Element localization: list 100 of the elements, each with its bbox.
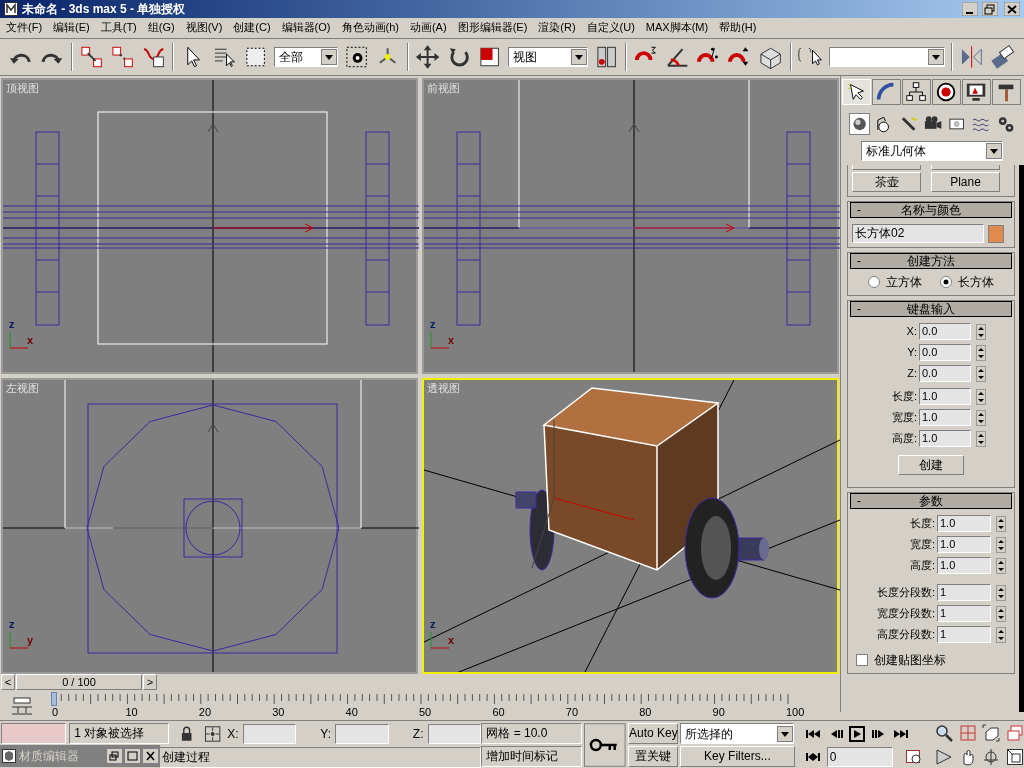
zoom-extents-icon[interactable] (982, 724, 1001, 742)
move-icon[interactable] (414, 44, 440, 70)
viewport[interactable]: 前视图 z x (422, 78, 839, 374)
spinner-icon[interactable] (996, 557, 1006, 574)
spinner-icon[interactable] (996, 626, 1006, 643)
track-bar-filter-icon[interactable] (10, 696, 34, 716)
rollout-header[interactable]: - 键盘输入 (850, 301, 1012, 317)
object-type-button[interactable]: 茶壶 (852, 172, 921, 192)
next-frame-button[interactable]: > (143, 674, 157, 690)
play-icon[interactable] (848, 725, 865, 742)
zoom-extents-all-icon[interactable] (1006, 724, 1024, 742)
spinner-icon[interactable] (996, 515, 1006, 532)
menu-item[interactable]: 编辑器(O) (281, 18, 331, 36)
number-field[interactable]: 0.0 (919, 344, 971, 361)
menu-item[interactable]: 创建(C) (233, 18, 271, 36)
close-icon[interactable] (1004, 2, 1020, 16)
close-icon[interactable] (143, 749, 158, 763)
number-field[interactable]: 1.0 (919, 388, 971, 405)
object-type-button[interactable]: Plane (931, 172, 1000, 192)
coordinate-field[interactable] (427, 723, 482, 744)
menu-item[interactable]: 角色动画(h) (341, 18, 399, 36)
spinner-icon[interactable] (976, 323, 986, 340)
radio-button[interactable] (868, 276, 880, 288)
rollout-header[interactable]: - 参数 (850, 493, 1012, 509)
orbit-icon[interactable] (982, 748, 1001, 766)
modify-icon[interactable] (872, 79, 901, 105)
viewport[interactable]: 左视图 z y (1, 378, 418, 674)
menu-item[interactable]: 工具(T) (100, 18, 137, 36)
menu-item[interactable]: 图形编辑器(E) (457, 18, 528, 36)
auto-key-button[interactable]: Auto Key (627, 723, 678, 744)
spinner-icon[interactable] (996, 605, 1006, 622)
number-field[interactable]: 1 (937, 626, 991, 643)
spinner-icon[interactable] (976, 430, 986, 447)
menu-item[interactable]: 自定义(U) (586, 18, 635, 36)
motion-icon[interactable] (932, 79, 961, 105)
spinner-icon[interactable] (996, 536, 1006, 553)
spinner-icon[interactable] (996, 584, 1006, 601)
checkbox[interactable] (856, 654, 868, 666)
maximize-viewport-icon[interactable] (1006, 748, 1024, 766)
object-name-field[interactable]: 长方体02 (852, 224, 984, 243)
menu-item[interactable]: 组(G) (147, 18, 175, 36)
coordinate-field[interactable] (335, 723, 389, 744)
viewport[interactable]: 顶视图 z x (1, 78, 418, 374)
align-icon[interactable] (990, 44, 1016, 70)
unlink-icon[interactable] (109, 44, 135, 70)
number-field[interactable]: 0.0 (919, 323, 971, 340)
hammer-icon[interactable] (992, 79, 1021, 105)
number-field[interactable]: 1.0 (919, 430, 971, 447)
window-crossing-icon[interactable] (344, 44, 370, 70)
previous-frame-button[interactable]: < (1, 674, 15, 690)
object-color-swatch[interactable] (988, 224, 1004, 243)
field-of-view-icon[interactable] (934, 748, 953, 766)
add-time-tag-button[interactable]: 增加时间标记 (481, 746, 583, 767)
menu-item[interactable]: 渲染(R) (538, 18, 576, 36)
key-filters-button[interactable]: Key Filters... (679, 746, 795, 767)
create-button[interactable]: 创建 (898, 455, 964, 475)
time-slider-thumb[interactable]: 0 / 100 (16, 674, 142, 690)
spinner-icon[interactable] (976, 365, 986, 382)
number-field[interactable]: 1.0 (937, 557, 991, 574)
rollout-header[interactable]: - 创建方法 (850, 253, 1012, 269)
restore-icon[interactable] (982, 2, 998, 16)
menu-item[interactable]: 帮助(H) (719, 18, 757, 36)
geometry-category-dropdown[interactable]: 标准几何体 (861, 141, 1003, 161)
restore-icon[interactable] (107, 749, 122, 763)
menu-item[interactable]: 文件(F) (6, 18, 43, 36)
menu-item[interactable]: 动画(A) (409, 18, 447, 36)
collapse-toggle[interactable]: - (851, 495, 871, 507)
absolute-mode-icon[interactable] (203, 724, 222, 743)
key-mode-dropdown[interactable]: 所选择的 (679, 723, 794, 744)
menu-item[interactable]: 编辑(E) (53, 18, 90, 36)
number-field[interactable]: 1.0 (919, 409, 971, 426)
maximize-icon[interactable] (125, 749, 140, 763)
menu-item[interactable]: MAX脚本(M) (645, 18, 709, 36)
number-field[interactable]: 1.0 (937, 515, 991, 532)
collapse-toggle[interactable]: - (851, 255, 871, 267)
menu-item[interactable]: 视图(V) (185, 18, 223, 36)
radio-button[interactable] (940, 276, 952, 288)
hierarchy-icon[interactable] (902, 79, 931, 105)
script-listener-field[interactable] (1, 723, 66, 744)
time-configuration-icon[interactable] (904, 747, 923, 766)
current-frame-field[interactable]: 0 (826, 746, 893, 767)
rollout-header[interactable]: - 名称与颜色 (850, 202, 1012, 218)
collapse-toggle[interactable]: - (851, 204, 871, 216)
number-field[interactable]: 0.0 (919, 365, 971, 382)
link-icon[interactable] (78, 44, 104, 70)
named-selection-dropdown[interactable] (828, 47, 946, 67)
spinner-icon[interactable] (976, 344, 986, 361)
zoom-all-icon[interactable] (958, 724, 977, 742)
time-marker[interactable] (51, 692, 57, 706)
number-field[interactable]: 1 (937, 584, 991, 601)
set-key-button[interactable]: 置关键 (627, 746, 678, 767)
display-icon[interactable] (962, 79, 991, 105)
zoom-icon[interactable] (934, 724, 953, 742)
number-field[interactable]: 1.0 (937, 536, 991, 553)
spinner-icon[interactable] (976, 388, 986, 405)
selection-filter-dropdown[interactable]: 全部 (274, 47, 339, 67)
collapse-toggle[interactable]: - (851, 303, 871, 315)
create-icon[interactable] (842, 79, 871, 105)
minimize-icon[interactable] (962, 2, 978, 16)
number-field[interactable]: 1 (937, 605, 991, 622)
